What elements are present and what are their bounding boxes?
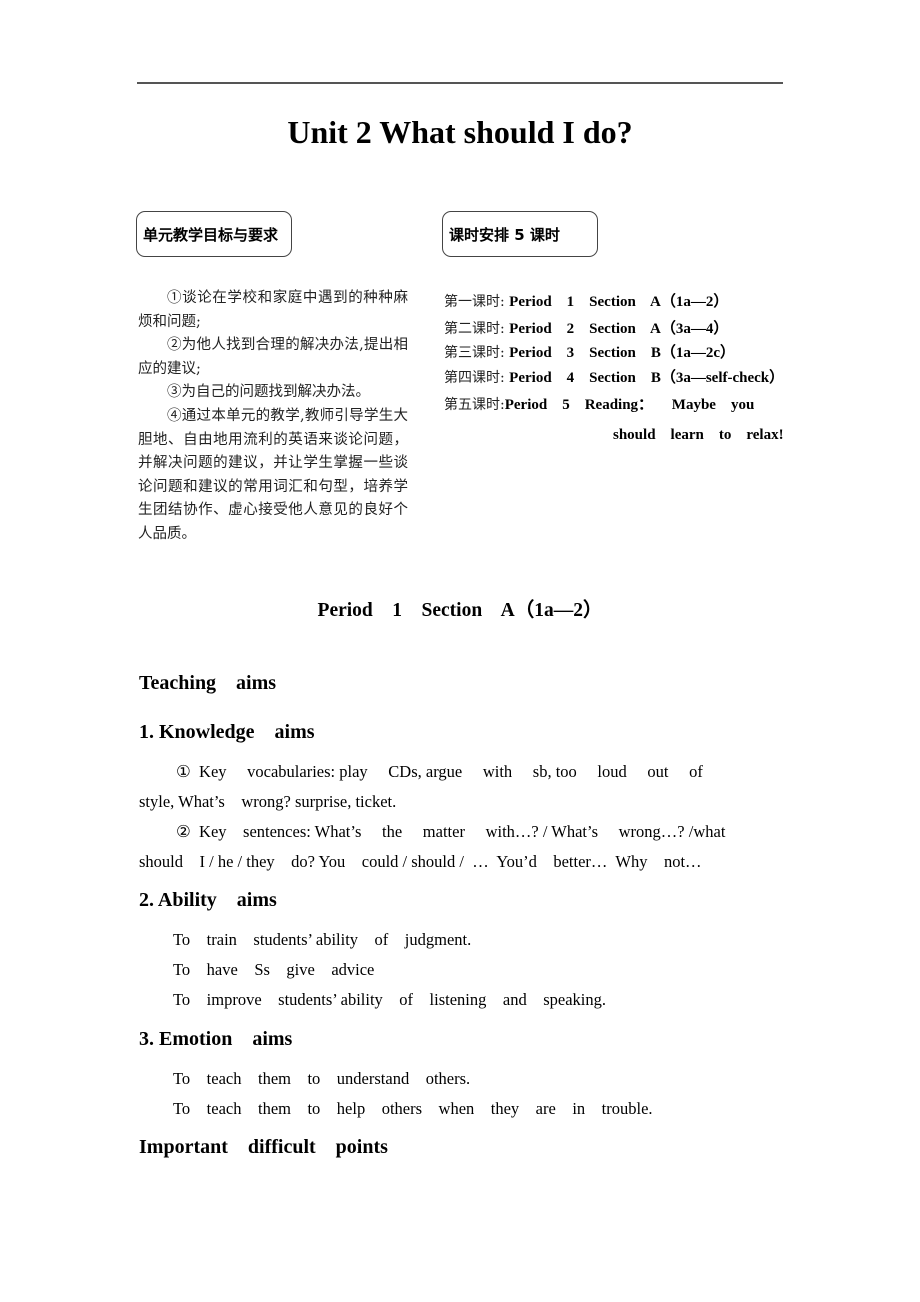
schedule-row-content: Period 5 Reading： Maybe you	[504, 397, 755, 413]
schedule-row: 第五课时:Period 5 Reading： Maybe you	[444, 393, 824, 418]
unit-goal-item: ④通过本单元的教学,教师引导学生大胆地、自由地用流利的英语来谈论问题，并解决问题…	[138, 407, 408, 542]
schedule-row-label: 第二课时:	[444, 320, 510, 337]
schedule-row: 第四课时: Period 4 Section B（3a—self-check）	[444, 366, 824, 391]
unit-goal-item: ③为自己的问题找到解决办法。	[167, 384, 370, 401]
important-points-heading: Important difficult points	[139, 1136, 388, 1158]
schedule-row-label: 第三课时:	[444, 345, 510, 361]
knowledge-line: ① Key vocabularies: play CDs, argue with…	[176, 762, 703, 781]
schedule-row-label: 第一课时:	[444, 294, 510, 310]
schedule-row-content: Period 1 Section A（1a—2）	[509, 294, 729, 310]
ability-line: To train students’ ability of judgment.	[173, 930, 472, 949]
knowledge-line: ② Key sentences: What’s the matter with……	[176, 822, 726, 841]
schedule-label: 课时安排 5 课时	[442, 211, 598, 257]
schedule-row: 第一课时: Period 1 Section A（1a—2）	[444, 290, 824, 315]
unit-goals-list: ①谈论在学校和家庭中遇到的种种麻烦和问题; ②为他人找到合理的解决办法,提出相应…	[138, 287, 408, 547]
knowledge-line: style, What’s wrong? surprise, ticket.	[139, 792, 397, 811]
teaching-aims-heading: Teaching aims	[139, 672, 277, 694]
knowledge-aims-heading: 1. Knowledge aims	[139, 721, 315, 743]
ability-line: To improve students’ ability of listenin…	[173, 990, 606, 1009]
unit-goals-label: 单元教学目标与要求	[136, 211, 292, 257]
schedule-row-label: 第五课时:	[444, 397, 505, 413]
schedule-row: 第二课时: Period 2 Section A（3a—4）	[444, 317, 824, 342]
emotion-line: To teach them to help others when they a…	[173, 1099, 653, 1118]
header-rule	[137, 82, 783, 84]
schedule-row: 第三课时: Period 3 Section B（1a—2c）	[444, 341, 824, 366]
schedule-row-content: Period 2 Section A（3a—4）	[509, 320, 729, 337]
knowledge-line: should I / he / they do? You could / sho…	[139, 852, 702, 871]
emotion-aims-heading: 3. Emotion aims	[139, 1028, 293, 1050]
ability-aims-heading: 2. Ability aims	[139, 889, 277, 911]
page-title: Unit 2 What should I do?	[287, 114, 633, 150]
schedule-row-continuation: should learn to relax!	[613, 426, 784, 443]
unit-goal-item: ②为他人找到合理的解决办法,提出相应的建议;	[138, 337, 408, 377]
unit-goal-item: ①谈论在学校和家庭中遇到的种种麻烦和问题;	[138, 290, 408, 330]
ability-line: To have Ss give advice	[173, 960, 375, 979]
schedule-row-content: Period 4 Section B（3a—self-check）	[509, 369, 785, 386]
schedule-row-label: 第四课时:	[444, 369, 510, 386]
emotion-line: To teach them to understand others.	[173, 1069, 471, 1088]
schedule-row-content: Period 3 Section B（1a—2c）	[509, 345, 735, 361]
schedule-list: 第一课时: Period 1 Section A（1a—2） 第二课时: Per…	[444, 290, 824, 447]
period-title: Period 1 Section A（1a—2）	[317, 600, 603, 621]
